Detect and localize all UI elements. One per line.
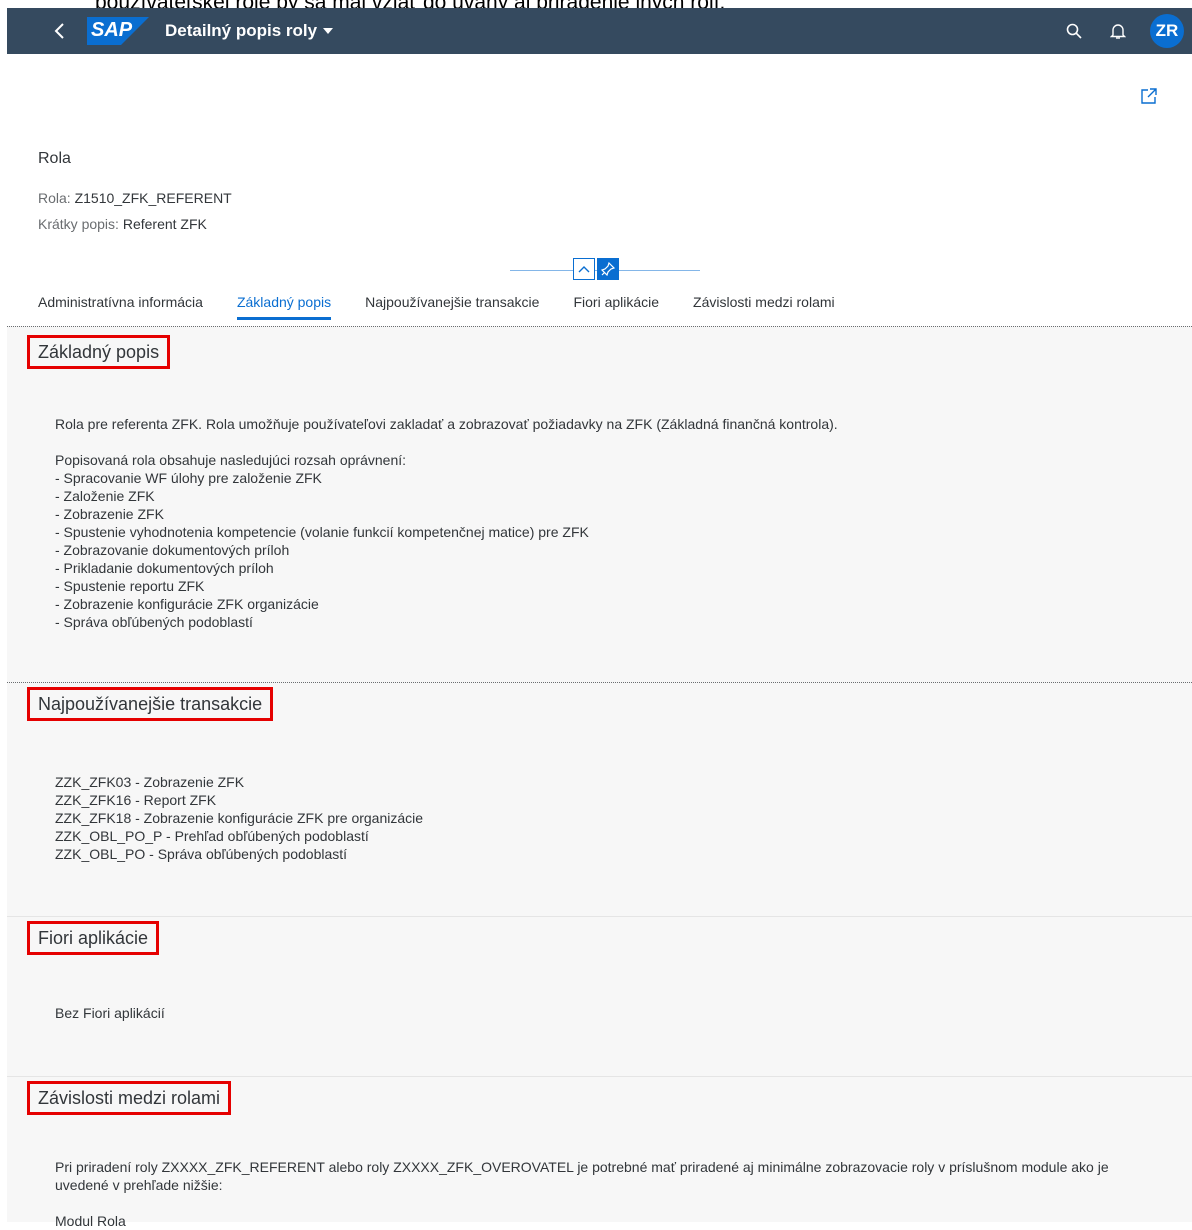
tab-role-dependencies[interactable]: Závislosti medzi rolami	[693, 294, 835, 320]
bell-icon	[1110, 24, 1126, 39]
role-label: Rola:	[38, 190, 71, 206]
search-icon	[1066, 23, 1082, 39]
section-body: Pri priradení roly ZXXXX_ZFK_REFERENT al…	[55, 1159, 1109, 1229]
section-tabs: Administratívna informácia Základný popi…	[38, 294, 869, 320]
collapse-header-button[interactable]	[573, 258, 595, 280]
section-body: Rola pre referenta ZFK. Rola umožňuje po…	[55, 416, 838, 630]
object-title: Rola	[38, 150, 71, 167]
tab-basic-description[interactable]: Základný popis	[236, 294, 332, 320]
pin-header-button[interactable]	[597, 258, 619, 280]
role-attribute: Rola: Z1510_ZFK_REFERENT	[38, 190, 232, 206]
share-icon	[1141, 88, 1157, 104]
short-description-label: Krátky popis:	[38, 216, 119, 232]
share-button[interactable]	[1140, 87, 1158, 110]
section-title: Najpoužívanejšie transakcie	[27, 687, 274, 721]
section-role-dependencies: Závislosti medzi rolami Pri priradení ro…	[7, 1076, 1192, 1229]
logo-text: SAP	[91, 19, 133, 41]
user-avatar[interactable]: ZR	[1150, 14, 1184, 48]
section-body: ZZK_ZFK03 - Zobrazenie ZFK ZZK_ZFK16 - R…	[55, 774, 424, 862]
tab-administrative-info[interactable]: Administratívna informácia	[38, 294, 203, 320]
pin-icon	[601, 262, 615, 276]
section-most-used-transactions: Najpoužívanejšie transakcie ZZK_ZFK03 - …	[7, 682, 1192, 917]
role-value: Z1510_ZFK_REFERENT	[74, 190, 232, 206]
section-body: Bez Fiori aplikácií	[55, 1005, 165, 1021]
section-basic-description: Základný popis Rola pre referenta ZFK. R…	[7, 326, 1192, 683]
app-title: Detailný popis roly	[165, 21, 318, 40]
section-fiori-apps: Fiori aplikácie Bez Fiori aplikácií	[7, 916, 1192, 1077]
short-description-attribute: Krátky popis: Referent ZFK	[38, 216, 207, 232]
short-description-value: Referent ZFK	[122, 216, 207, 232]
app-title-menu[interactable]: Detailný popis roly	[165, 21, 334, 41]
chevron-left-icon	[54, 23, 64, 39]
tab-fiori-apps[interactable]: Fiori aplikácie	[573, 294, 659, 320]
chevron-up-icon	[578, 266, 590, 273]
header-controls	[573, 258, 619, 280]
section-title: Základný popis	[27, 335, 171, 369]
caret-down-icon	[323, 28, 334, 34]
notifications-button[interactable]	[1106, 19, 1130, 43]
back-button[interactable]	[45, 16, 75, 46]
search-button[interactable]	[1062, 19, 1086, 43]
tab-most-used-transactions[interactable]: Najpoužívanejšie transakcie	[365, 294, 539, 320]
sap-logo[interactable]: SAP	[87, 17, 149, 45]
section-title: Závislosti medzi rolami	[27, 1081, 232, 1115]
section-title: Fiori aplikácie	[27, 921, 160, 955]
shell-bar: SAP Detailný popis roly ZR	[7, 8, 1192, 54]
